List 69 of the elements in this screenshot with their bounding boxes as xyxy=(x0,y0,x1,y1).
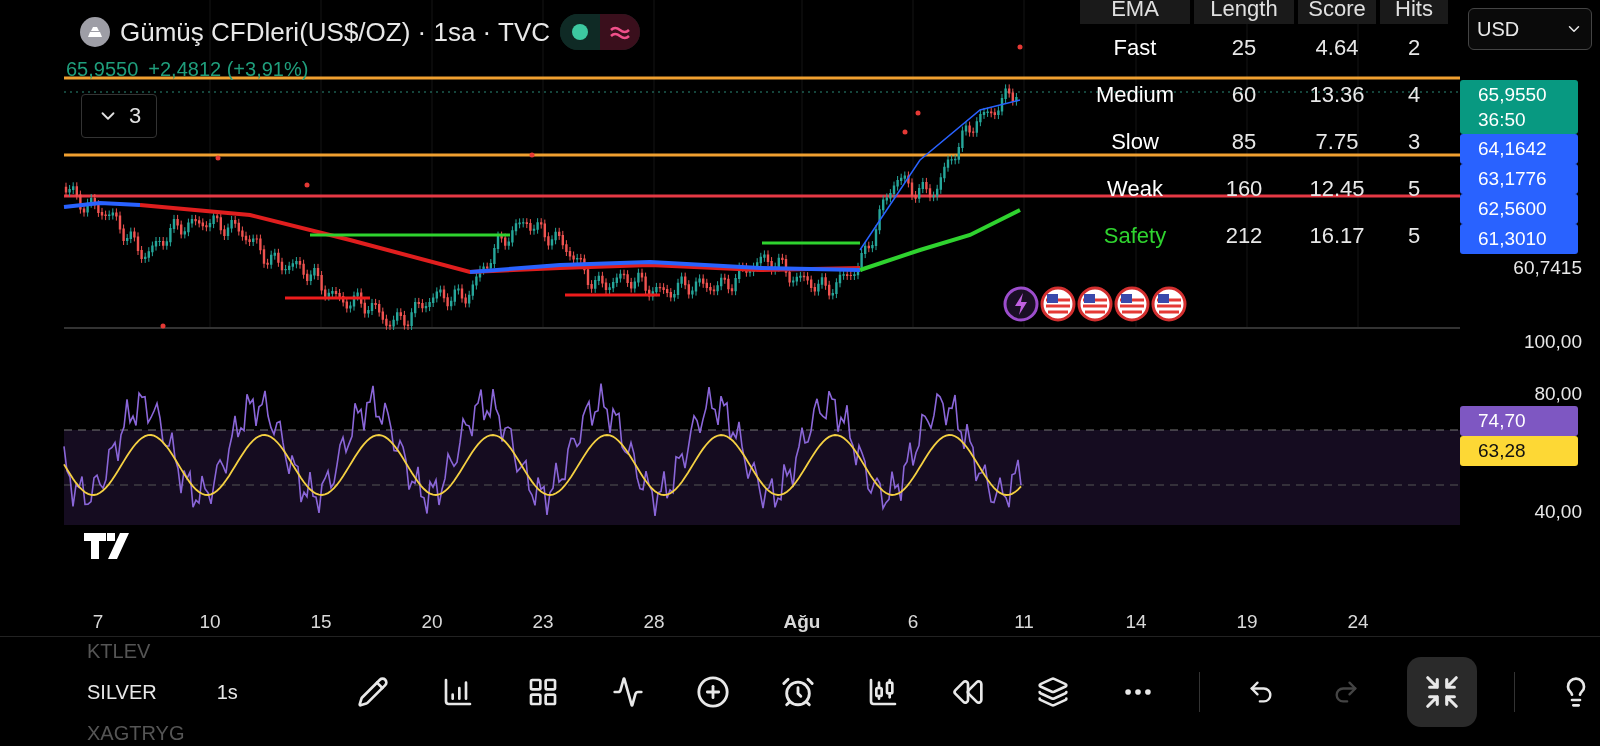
us-flag-icon[interactable] xyxy=(1151,286,1187,322)
symbol-name[interactable]: SILVER xyxy=(87,680,157,703)
table-cell-text: 212 xyxy=(1224,221,1264,250)
time-label: 14 xyxy=(1125,611,1147,633)
time-label: Ağu xyxy=(783,611,821,633)
time-label: 23 xyxy=(532,611,554,633)
table-cell-text: 13.36 xyxy=(1308,80,1366,109)
shrink-button[interactable] xyxy=(1407,656,1477,727)
price-label: 64,1642 xyxy=(1460,134,1578,164)
signal-dot xyxy=(215,155,221,161)
table-cell-text: 2 xyxy=(1406,33,1422,62)
time-label: 6 xyxy=(907,611,919,633)
currency-select[interactable]: USD xyxy=(1468,8,1592,50)
rsi-label: 63,28 xyxy=(1460,436,1578,466)
table-header: EMA xyxy=(1080,0,1190,24)
price-label: 65,9550 36:50 xyxy=(1460,80,1578,134)
legend-toggle[interactable]: 3 xyxy=(81,94,157,138)
time-label: 7 xyxy=(92,611,104,633)
price-change: +2,4812 (+3,91%) xyxy=(148,58,309,81)
last-price: 65,9550 xyxy=(66,58,139,81)
signal-dot xyxy=(915,110,921,116)
table-cell-text: Medium xyxy=(1094,80,1176,109)
time-label: 24 xyxy=(1347,611,1369,633)
table-cell-text: Fast xyxy=(1112,33,1158,62)
table-cell-text: 4.64 xyxy=(1314,33,1360,62)
rsi-label: 40,00 xyxy=(1533,500,1583,524)
signal-dot xyxy=(529,152,535,158)
table-cell-text: 12.45 xyxy=(1308,174,1366,203)
table-cell-text: Slow xyxy=(1110,127,1160,156)
lightning-icon[interactable] xyxy=(1003,286,1039,322)
time-label: 10 xyxy=(199,611,221,633)
table-cell-text: Safety xyxy=(1102,221,1168,250)
interval-label[interactable]: 1s xyxy=(216,680,238,703)
table-header: Score xyxy=(1298,0,1376,24)
table-cell-text: 60 xyxy=(1230,80,1258,109)
us-flag-icon[interactable] xyxy=(1077,286,1113,322)
table-cell-text: 85 xyxy=(1230,127,1258,156)
table-cell-text: 16.17 xyxy=(1308,221,1366,250)
table-header: Length xyxy=(1194,0,1294,24)
table-cell-text: 4 xyxy=(1406,80,1422,109)
rsi-label: 80,00 xyxy=(1533,382,1583,406)
table-cell-text: 5 xyxy=(1406,221,1422,250)
us-flag-icon[interactable] xyxy=(1040,286,1076,322)
price-label: 61,3010 xyxy=(1460,224,1578,254)
rsi-label: 100,00 xyxy=(1522,330,1583,354)
chart-title: Gümüş CFDleri(US$/OZ) · 1sa · TVC xyxy=(120,16,550,48)
signal-dot xyxy=(902,129,908,135)
signal-dot xyxy=(304,182,310,188)
signal-dot xyxy=(1017,44,1023,50)
signal-dot xyxy=(160,323,166,329)
table-cell-text: 160 xyxy=(1224,174,1264,203)
price-label: 63,1776 xyxy=(1460,164,1578,194)
market-status-pill[interactable] xyxy=(560,14,640,50)
price-label: 62,5600 xyxy=(1460,194,1578,224)
table-header: Hits xyxy=(1380,0,1448,24)
table-cell-text: 7.75 xyxy=(1314,127,1360,156)
table-cell-text: 3 xyxy=(1406,127,1422,156)
ingot-icon xyxy=(80,17,110,47)
time-label: 11 xyxy=(1014,611,1034,633)
time-label: 15 xyxy=(310,611,332,633)
time-label: 28 xyxy=(643,611,665,633)
us-flag-icon[interactable] xyxy=(1114,286,1150,322)
table-cell-text: Weak xyxy=(1106,174,1164,203)
table-cell-text: 5 xyxy=(1406,174,1422,203)
table-cell-text: 25 xyxy=(1230,33,1258,62)
rsi-label: 74,70 xyxy=(1460,406,1578,436)
price-label: 60,7415 xyxy=(1512,256,1583,280)
time-label: 20 xyxy=(421,611,443,633)
time-label: 19 xyxy=(1236,611,1258,633)
